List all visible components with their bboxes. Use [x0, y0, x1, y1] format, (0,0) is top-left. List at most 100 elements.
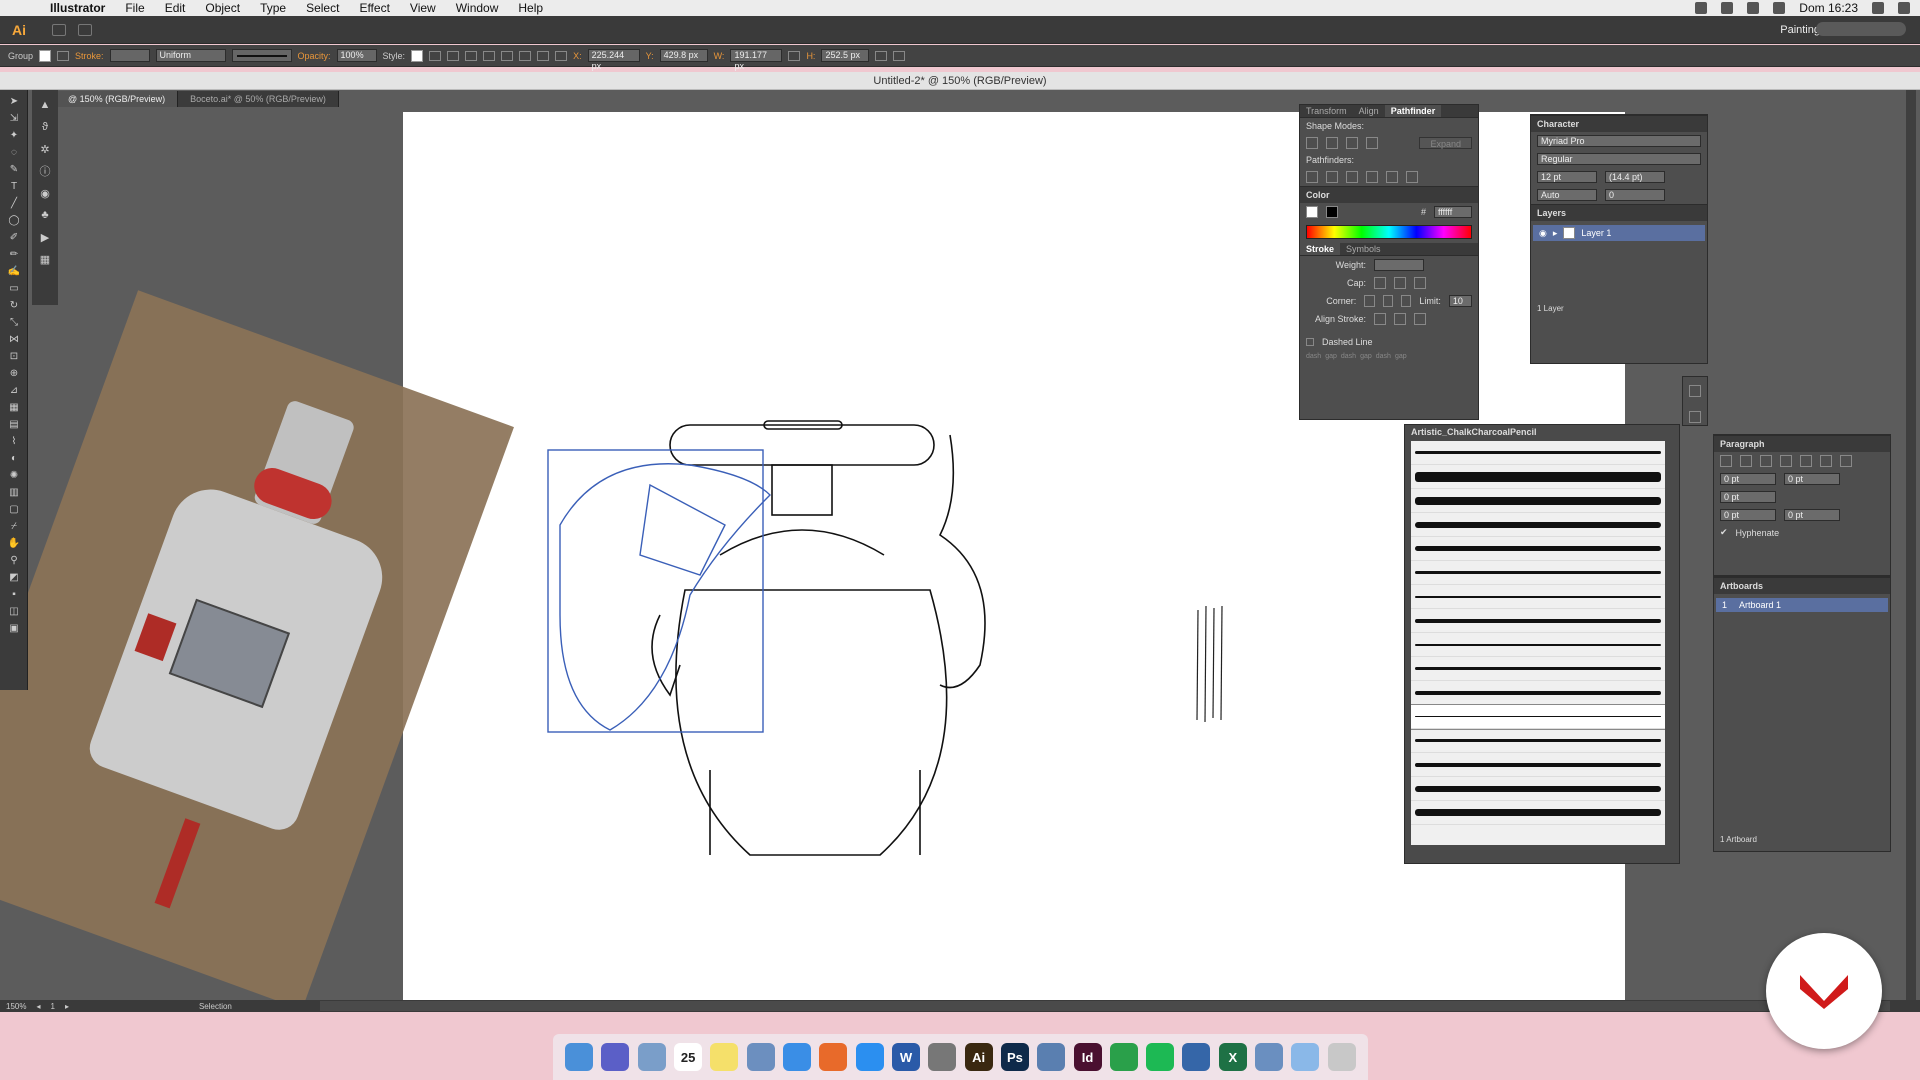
artboard-row[interactable]: 1 Artboard 1	[1716, 598, 1888, 612]
menu-file[interactable]: File	[115, 1, 154, 15]
width-field[interactable]: 191.177 px	[730, 49, 783, 71]
scale-icon[interactable]: ⤡	[7, 316, 21, 328]
mesh-icon[interactable]: ▦	[7, 401, 21, 413]
align-center-icon[interactable]	[465, 50, 478, 61]
lasso-icon[interactable]: ◌	[7, 146, 21, 158]
brush-item[interactable]	[1411, 561, 1665, 585]
brush-item[interactable]	[1411, 681, 1665, 705]
pencil-icon[interactable]: ✏	[7, 248, 21, 260]
blob-brush-icon[interactable]: ✍	[7, 265, 21, 277]
align-right-text-icon[interactable]	[1760, 455, 1772, 467]
dropbox-icon[interactable]	[1721, 2, 1734, 14]
brush-item[interactable]	[1411, 753, 1665, 777]
tab-symbols[interactable]: Symbols	[1340, 243, 1387, 255]
opacity-label[interactable]: Opacity:	[298, 51, 331, 61]
brush-item[interactable]	[1411, 729, 1665, 753]
screen-mode-icon[interactable]: ▣	[7, 622, 21, 634]
symbol-sprayer-icon[interactable]: ✺	[7, 469, 21, 481]
brush-item[interactable]	[1411, 801, 1665, 825]
tab-stroke[interactable]: Stroke	[1300, 243, 1341, 255]
appearance-dock-icon[interactable]	[1689, 411, 1701, 423]
menu-help[interactable]: Help	[508, 1, 553, 15]
ellipse-tool-icon[interactable]: ◯	[7, 214, 21, 226]
fill-swatch[interactable]	[39, 49, 52, 62]
font-style-field[interactable]: Regular	[1537, 153, 1701, 165]
align-bottom-icon[interactable]	[537, 50, 550, 61]
layer-row[interactable]: ◉ ▸ Layer 1	[1533, 225, 1705, 241]
space-before-field[interactable]: 0 pt	[1720, 509, 1776, 521]
justify-right-icon[interactable]	[1820, 455, 1832, 467]
illustrator-icon[interactable]: Ai	[964, 1043, 993, 1071]
leading-field[interactable]: (14.4 pt)	[1605, 171, 1665, 183]
font-size-field[interactable]: 12 pt	[1537, 171, 1597, 183]
butt-cap-icon[interactable]	[1374, 277, 1386, 289]
arrange-documents-button[interactable]	[78, 23, 92, 36]
brush-item[interactable]	[1411, 537, 1665, 561]
network-icon[interactable]	[1255, 1043, 1284, 1071]
eyedropper-icon[interactable]: ⌇	[7, 435, 21, 447]
color-mode-icon[interactable]: ▪	[7, 588, 21, 600]
brush-item[interactable]	[1411, 657, 1665, 681]
brush-definition[interactable]	[231, 49, 292, 62]
outline-icon[interactable]	[1386, 171, 1398, 183]
align-left-text-icon[interactable]	[1720, 455, 1732, 467]
justify-left-icon[interactable]	[1780, 455, 1792, 467]
layers-title[interactable]: Layers	[1531, 204, 1707, 221]
siri-icon[interactable]	[601, 1043, 630, 1071]
safari-icon[interactable]	[783, 1043, 812, 1071]
direct-selection-tool-icon[interactable]: ⇲	[7, 112, 21, 124]
artboard-number-field[interactable]: 1	[50, 1002, 54, 1011]
shape-builder-icon[interactable]: ⊕	[7, 367, 21, 379]
x-field[interactable]: 225.244 px	[587, 49, 640, 71]
type-tool-icon[interactable]: T	[7, 180, 21, 192]
downloads-icon[interactable]	[1291, 1043, 1320, 1071]
character-title[interactable]: Character	[1531, 115, 1707, 132]
selected-hand-path[interactable]	[559, 463, 771, 731]
space-after-field[interactable]: 0 pt	[1784, 509, 1840, 521]
zoom-icon[interactable]: ⚲	[7, 554, 21, 566]
photoshop-icon[interactable]: Ps	[1000, 1043, 1029, 1071]
tab-transform[interactable]: Transform	[1300, 105, 1353, 117]
trim-icon[interactable]	[1326, 171, 1338, 183]
align-middle-icon[interactable]	[519, 50, 532, 61]
drawing-mode-icon[interactable]: ◫	[7, 605, 21, 617]
notes-icon[interactable]	[710, 1043, 739, 1071]
expand-button[interactable]: Expand	[1419, 137, 1472, 149]
tab-untitled-2[interactable]: @ 150% (RGB/Preview)	[56, 91, 179, 107]
minus-front-icon[interactable]	[1326, 137, 1338, 149]
rotate-icon[interactable]: ↻	[7, 299, 21, 311]
stroke-weight-field[interactable]	[109, 49, 150, 62]
first-line-indent-field[interactable]: 0 pt	[1720, 491, 1776, 503]
dashed-line-checkbox[interactable]	[1306, 338, 1314, 346]
zoom-field[interactable]: 150%	[6, 1002, 26, 1011]
stroke-label[interactable]: Stroke:	[75, 51, 104, 61]
selection-tool-icon[interactable]: ➤	[7, 95, 21, 107]
width-tool-icon[interactable]: ⋈	[7, 333, 21, 345]
excel-icon[interactable]: X	[1218, 1043, 1247, 1071]
slice-icon[interactable]: ⌿	[7, 520, 21, 532]
disclosure-triangle-icon[interactable]: ▸	[1553, 228, 1558, 239]
spotlight-icon[interactable]	[1872, 2, 1884, 14]
firefox-icon[interactable]	[819, 1043, 848, 1071]
color-spectrum[interactable]	[1306, 225, 1472, 239]
finder-icon[interactable]	[565, 1043, 594, 1071]
grid-panel-icon[interactable]: ▦	[38, 252, 52, 266]
miter-join-icon[interactable]	[1364, 295, 1375, 307]
menu-edit[interactable]: Edit	[155, 1, 196, 15]
status-record-icon[interactable]	[1695, 2, 1708, 14]
align-center-stroke-icon[interactable]	[1374, 313, 1386, 325]
word-icon[interactable]: W	[891, 1043, 920, 1071]
settings-icon[interactable]	[928, 1043, 957, 1071]
sample-strokes[interactable]	[1192, 600, 1232, 730]
free-transform-icon[interactable]: ⊡	[7, 350, 21, 362]
blob-icon[interactable]: ϑ	[38, 120, 52, 134]
left-indent-field[interactable]: 0 pt	[1720, 473, 1776, 485]
artboard-name[interactable]: Artboard 1	[1739, 600, 1781, 610]
round-cap-icon[interactable]	[1394, 277, 1406, 289]
height-field[interactable]: 252.5 px	[821, 49, 870, 62]
brush-item[interactable]	[1411, 777, 1665, 801]
horizontal-scrollbar[interactable]	[320, 1001, 1890, 1011]
menu-view[interactable]: View	[400, 1, 446, 15]
info-icon[interactable]: ⓘ	[38, 164, 52, 178]
divide-icon[interactable]	[1306, 171, 1318, 183]
